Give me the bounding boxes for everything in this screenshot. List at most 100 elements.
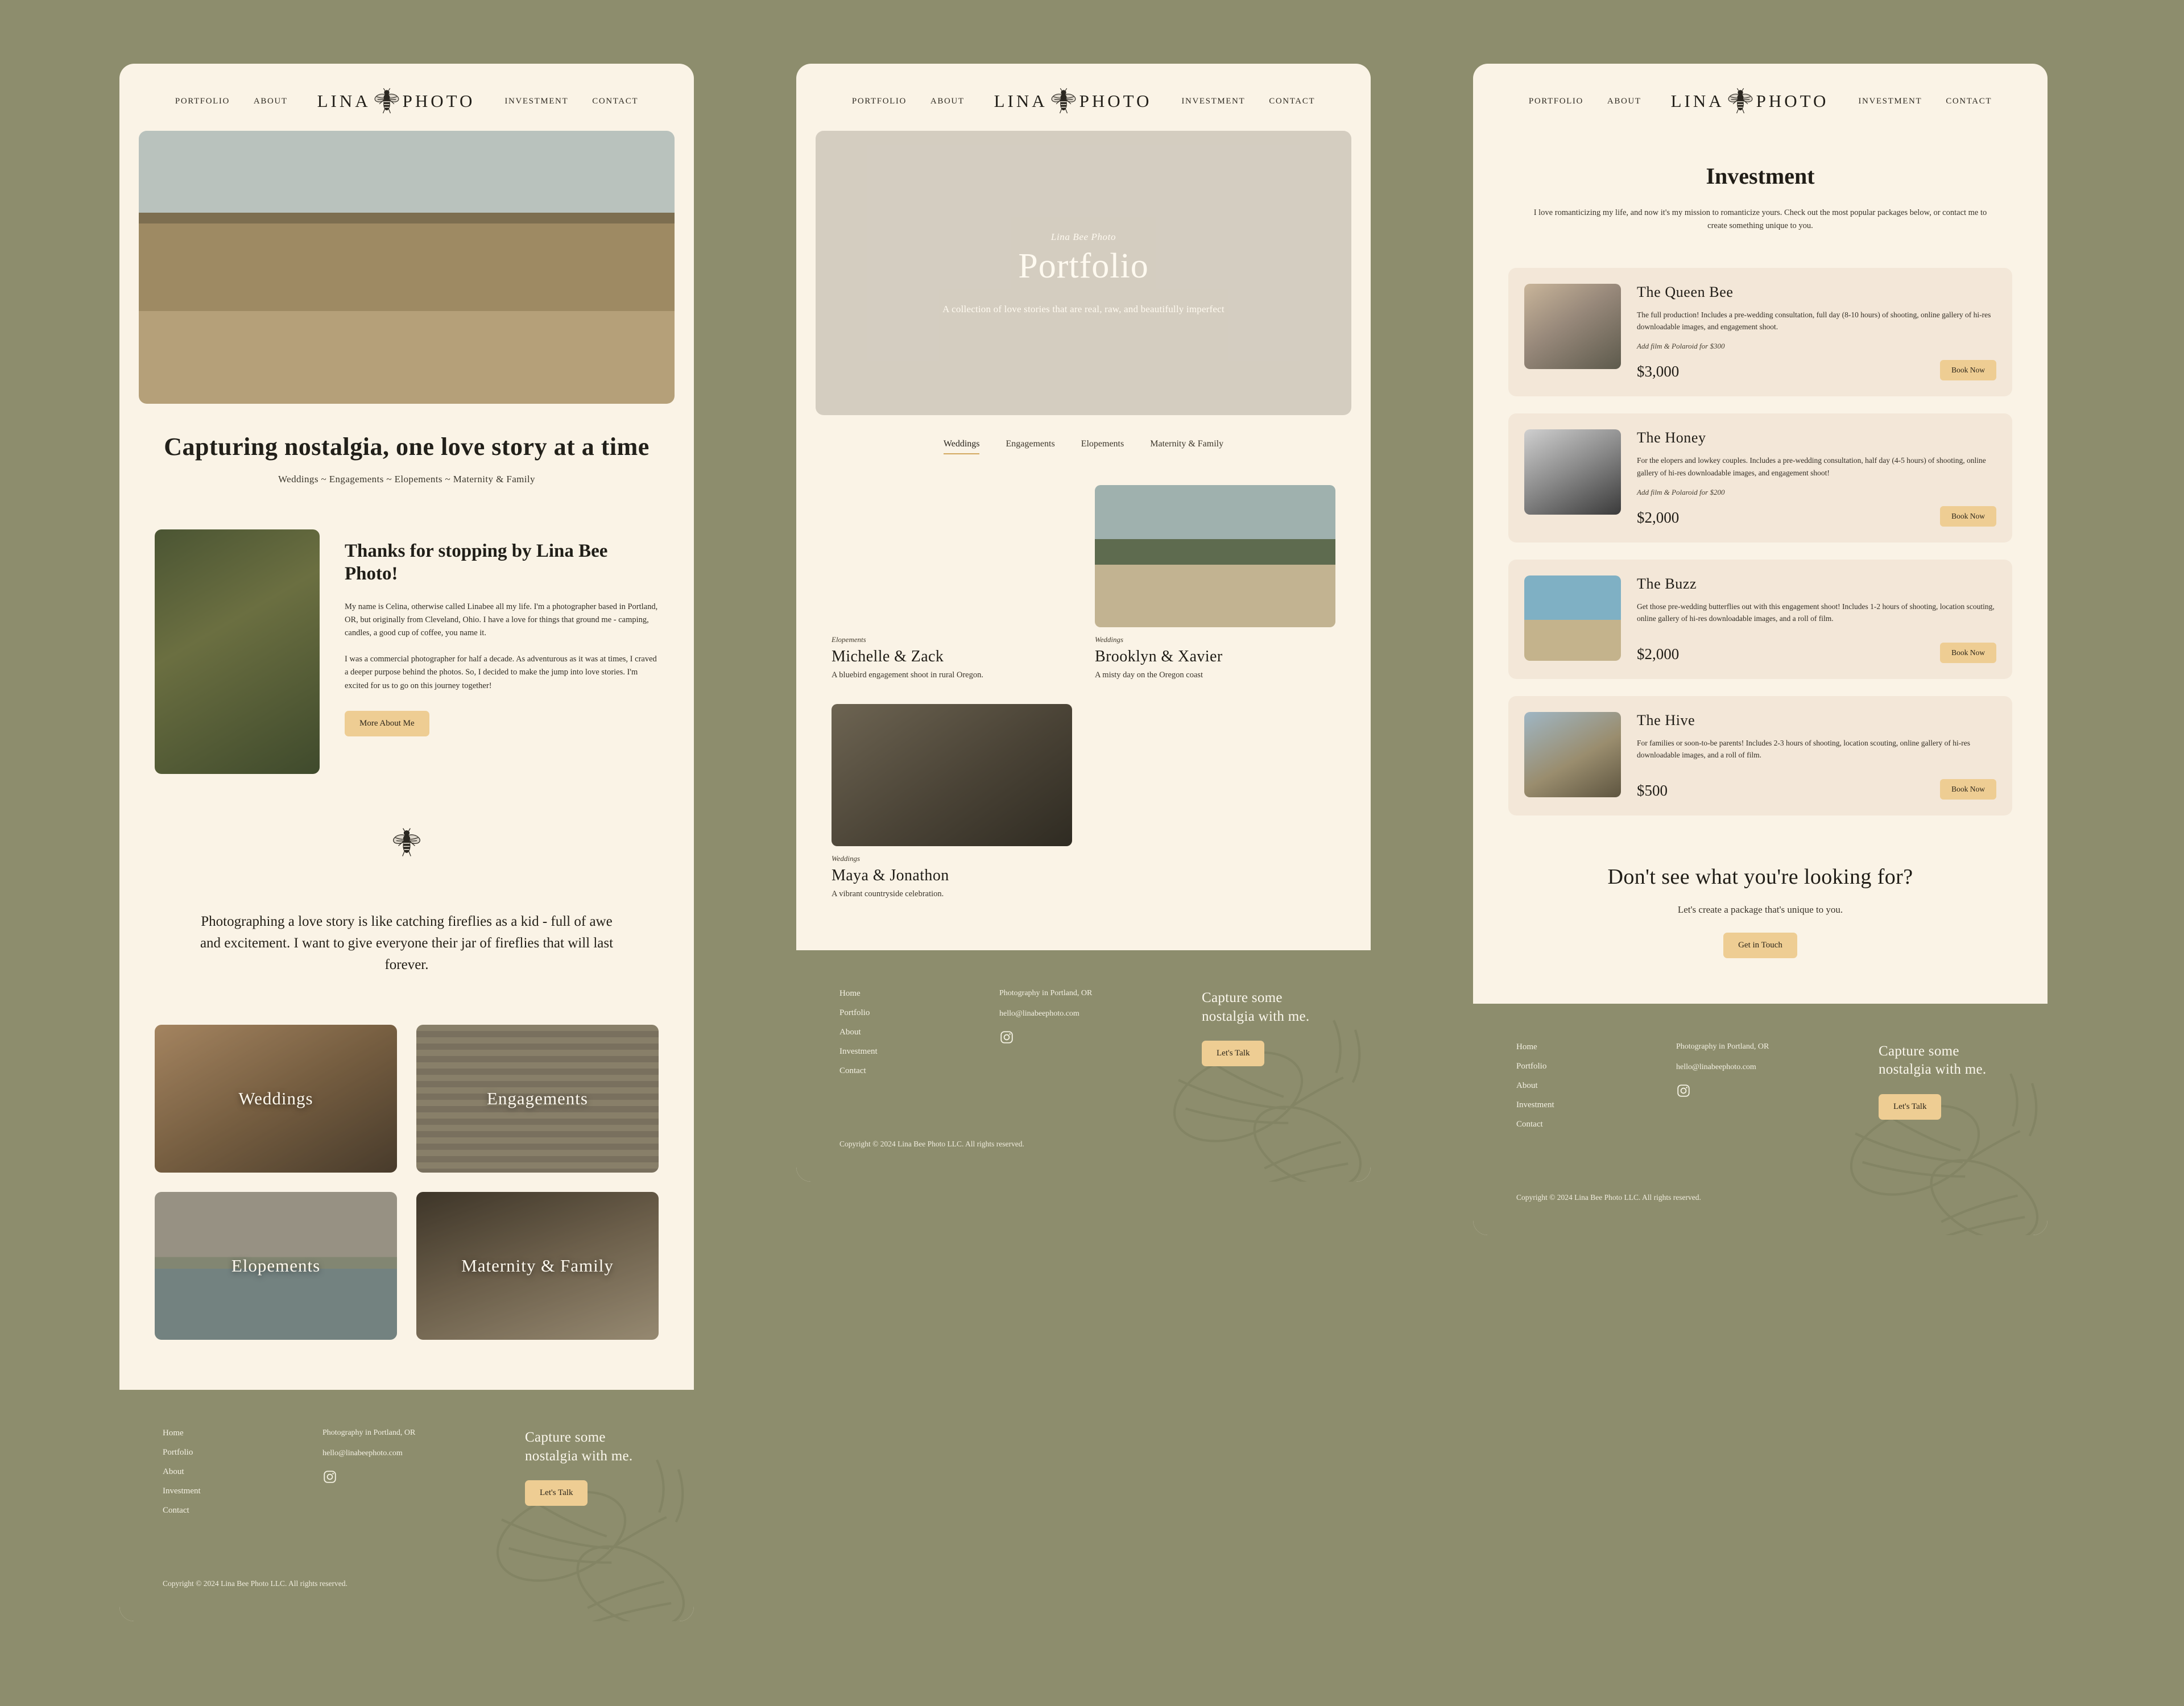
- footer-link-home[interactable]: Home: [839, 989, 967, 999]
- brand-word-photo: PHOTO: [1079, 91, 1152, 111]
- screenshot-board: PORTFOLIO ABOUT LINA PHOTO INVESTMENT CO…: [0, 0, 2184, 1706]
- gallery-item-category: Elopements: [832, 635, 866, 644]
- investment-intro: I love romanticizing my life, and now it…: [1533, 208, 1987, 231]
- package-image: [1524, 429, 1621, 515]
- package-name: The Honey: [1637, 429, 1706, 446]
- more-about-me-button[interactable]: More About Me: [345, 711, 429, 737]
- category-tile-maternity-family[interactable]: Maternity & Family: [416, 1192, 659, 1340]
- brand-word-lina: LINA: [994, 91, 1048, 111]
- nav-item-investment[interactable]: INVESTMENT: [1858, 97, 1922, 106]
- footer-link-home[interactable]: Home: [1516, 1042, 1644, 1052]
- footer-link-investment[interactable]: Investment: [839, 1047, 967, 1057]
- package-description: The full production! Includes a pre-wedd…: [1637, 310, 1991, 332]
- gallery-item: Elopements Michelle & Zack A bluebird en…: [832, 485, 1072, 680]
- footer-link-portfolio[interactable]: Portfolio: [1516, 1062, 1644, 1071]
- portfolio-gallery: Elopements Michelle & Zack A bluebird en…: [832, 485, 1335, 899]
- footer-contact: Photography in Portland, OR hello@linabe…: [322, 1428, 493, 1515]
- footer-email[interactable]: hello@linabeephoto.com: [322, 1449, 493, 1458]
- instagram-icon[interactable]: [1676, 1083, 1691, 1098]
- gallery-item-description: A vibrant countryside celebration.: [832, 889, 944, 898]
- bee-logo-icon: [372, 86, 402, 116]
- nav-item-investment[interactable]: INVESTMENT: [1181, 97, 1245, 106]
- package-price: $3,000: [1637, 363, 1680, 380]
- book-now-button[interactable]: Book Now: [1940, 506, 1996, 527]
- nav-item-investment[interactable]: INVESTMENT: [504, 97, 568, 106]
- portfolio-hero-title: Portfolio: [1018, 246, 1149, 285]
- instagram-icon[interactable]: [322, 1469, 337, 1484]
- site-footer: Home Portfolio About Investment Contact …: [796, 950, 1371, 1182]
- category-tile-weddings[interactable]: Weddings: [155, 1025, 397, 1173]
- bee-divider: [119, 826, 694, 862]
- gallery-item-image[interactable]: [832, 704, 1072, 846]
- category-tile-label: Maternity & Family: [461, 1256, 614, 1276]
- footer-link-contact[interactable]: Contact: [1516, 1120, 1644, 1129]
- book-now-button[interactable]: Book Now: [1940, 779, 1996, 800]
- about-title: Thanks for stopping by Lina Bee Photo!: [345, 541, 608, 585]
- footer-email[interactable]: hello@linabeephoto.com: [999, 1009, 1170, 1018]
- nav-item-contact[interactable]: CONTACT: [1946, 97, 1992, 106]
- brand-logo[interactable]: LINA PHOTO: [994, 86, 1152, 116]
- nav-item-about[interactable]: ABOUT: [1607, 97, 1641, 106]
- lets-talk-button[interactable]: Let's Talk: [1202, 1041, 1265, 1066]
- nav-item-about[interactable]: ABOUT: [930, 97, 965, 106]
- portfolio-page-panel: PORTFOLIO ABOUT LINA PHOTO INVESTMENT CO…: [796, 64, 1371, 1182]
- filter-tab-engagements[interactable]: Engagements: [1006, 439, 1054, 454]
- lets-talk-button[interactable]: Let's Talk: [1879, 1094, 1942, 1120]
- about-paragraph-2: I was a commercial photographer for half…: [345, 654, 657, 690]
- footer-location: Photography in Portland, OR: [999, 989, 1093, 997]
- nav-item-about[interactable]: ABOUT: [254, 97, 288, 106]
- filter-tab-elopements[interactable]: Elopements: [1081, 439, 1124, 454]
- nav-item-contact[interactable]: CONTACT: [1269, 97, 1315, 106]
- category-tile-elopements[interactable]: Elopements: [155, 1192, 397, 1340]
- nav-item-portfolio[interactable]: PORTFOLIO: [175, 97, 230, 106]
- lets-talk-button[interactable]: Let's Talk: [525, 1480, 588, 1506]
- gallery-item-name: Michelle & Zack: [832, 648, 944, 665]
- gallery-item: Weddings Brooklyn & Xavier A misty day o…: [1095, 485, 1335, 680]
- nav-item-contact[interactable]: CONTACT: [592, 97, 638, 106]
- package-card-buzz: The Buzz Get those pre-wedding butterfli…: [1508, 559, 2012, 679]
- portfolio-hero-subtitle: A collection of love stories that are re…: [942, 303, 1225, 314]
- brand-logo[interactable]: LINA PHOTO: [317, 86, 475, 116]
- portfolio-hero-kicker: Lina Bee Photo: [1050, 231, 1116, 242]
- footer-link-contact[interactable]: Contact: [839, 1066, 967, 1076]
- home-page-panel: PORTFOLIO ABOUT LINA PHOTO INVESTMENT CO…: [119, 64, 694, 1621]
- footer-link-portfolio[interactable]: Portfolio: [839, 1008, 967, 1018]
- footer-link-about[interactable]: About: [163, 1467, 291, 1477]
- main-navigation: PORTFOLIO ABOUT LINA PHOTO INVESTMENT CO…: [796, 64, 1371, 131]
- brand-logo[interactable]: LINA PHOTO: [1671, 86, 1829, 116]
- footer-link-contact[interactable]: Contact: [163, 1506, 291, 1515]
- book-now-button[interactable]: Book Now: [1940, 360, 1996, 381]
- get-in-touch-button[interactable]: Get in Touch: [1723, 932, 1797, 958]
- filter-tab-weddings[interactable]: Weddings: [943, 439, 980, 454]
- footer-link-investment[interactable]: Investment: [1516, 1100, 1644, 1110]
- nav-item-portfolio[interactable]: PORTFOLIO: [852, 97, 907, 106]
- footer-link-about[interactable]: About: [1516, 1081, 1644, 1091]
- category-tile-label: Elopements: [231, 1256, 321, 1276]
- about-paragraph-1: My name is Celina, otherwise called Lina…: [345, 602, 658, 638]
- package-image: [1524, 284, 1621, 370]
- gallery-item-image[interactable]: [1095, 485, 1335, 627]
- package-list: The Queen Bee The full production! Inclu…: [1508, 268, 2012, 815]
- portfolio-filter-tabs: Weddings Engagements Elopements Maternit…: [796, 439, 1371, 457]
- book-now-button[interactable]: Book Now: [1940, 642, 1996, 663]
- footer-navigation: Home Portfolio About Investment Contact: [163, 1428, 291, 1515]
- footer-cta-title: Capture some nostalgia with me.: [1879, 1043, 1987, 1078]
- cta-subtitle: Let's create a package that's unique to …: [1677, 904, 1843, 915]
- footer-link-about[interactable]: About: [839, 1028, 967, 1037]
- gallery-item-description: A bluebird engagement shoot in rural Ore…: [832, 670, 983, 680]
- footer-link-home[interactable]: Home: [163, 1428, 291, 1438]
- package-price: $2,000: [1637, 508, 1680, 526]
- category-tile-engagements[interactable]: Engagements: [416, 1025, 659, 1173]
- instagram-icon[interactable]: [999, 1030, 1014, 1045]
- filter-tab-maternity-family[interactable]: Maternity & Family: [1150, 439, 1223, 454]
- custom-package-cta: Don't see what you're looking for? Let's…: [1473, 864, 2048, 958]
- nav-item-portfolio[interactable]: PORTFOLIO: [1529, 97, 1583, 106]
- footer-link-investment[interactable]: Investment: [163, 1486, 291, 1496]
- footer-link-portfolio[interactable]: Portfolio: [163, 1448, 291, 1457]
- site-footer: Home Portfolio About Investment Contact …: [1473, 1003, 2048, 1235]
- footer-navigation: Home Portfolio About Investment Contact: [839, 989, 967, 1076]
- home-quote: Photographing a love story is like catch…: [200, 914, 614, 972]
- package-name: The Hive: [1637, 711, 1695, 728]
- footer-email[interactable]: hello@linabeephoto.com: [1676, 1063, 1847, 1072]
- gallery-item-image[interactable]: [832, 485, 1072, 627]
